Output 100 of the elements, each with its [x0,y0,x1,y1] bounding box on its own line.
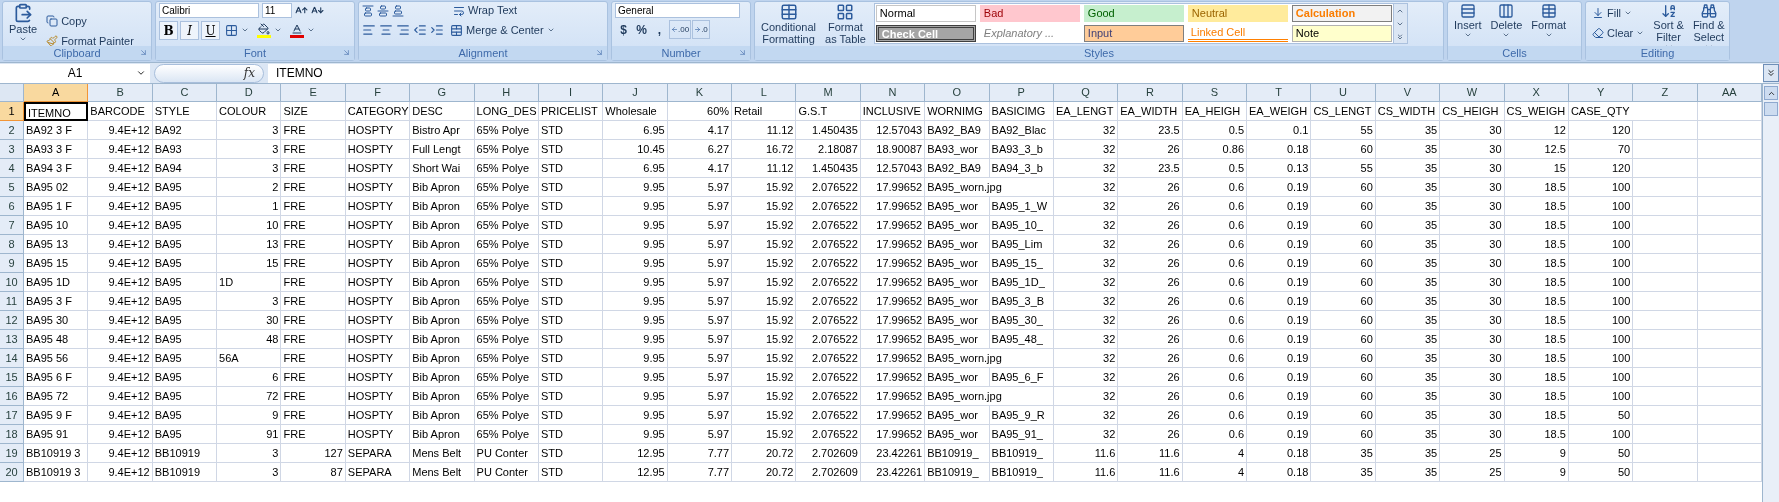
decrease-decimal-button[interactable]: .0 [692,20,710,39]
font-size-field[interactable]: 11 [262,3,292,18]
format-as-table-button[interactable]: Format as Table [822,3,869,45]
table-cell: 6.27 [667,140,733,159]
formula-field[interactable]: ITEMNO [268,63,1763,83]
gallery-scroll[interactable] [1392,4,1407,43]
column-header[interactable]: AA [1697,84,1762,102]
row-header[interactable]: 20 [0,463,24,482]
column-header[interactable]: W [1440,84,1505,102]
table-cell: 17.99652 [860,425,926,444]
row-header[interactable]: 12 [0,311,24,330]
copy-button[interactable]: Copy [43,11,137,31]
scroll-up-button[interactable] [1764,86,1778,100]
cell-style[interactable]: Note [1291,25,1392,42]
row-header[interactable]: 1 [0,102,24,121]
row-header[interactable]: 17 [0,406,24,425]
cell-style[interactable]: Bad [979,5,1080,22]
row-header[interactable]: 10 [0,273,24,292]
column-header[interactable]: X [1504,84,1569,102]
row-header[interactable]: 3 [0,140,24,159]
find-select-button[interactable]: Find & Select [1689,3,1728,46]
column-header[interactable]: A [24,84,89,102]
table-cell: 11.6 [1118,463,1183,482]
fill-button[interactable]: Fill [1589,3,1648,23]
column-header[interactable]: P [989,84,1054,102]
paste-button[interactable]: Paste [6,3,41,43]
dialog-launcher-icon[interactable] [139,48,148,57]
currency-button[interactable]: $ [615,20,632,39]
column-header[interactable]: C [152,84,218,102]
dialog-launcher-icon[interactable] [738,48,747,57]
column-header[interactable]: T [1247,84,1312,102]
merge-center-button[interactable]: Merge & Center [447,20,558,40]
column-header[interactable]: M [796,84,861,102]
row-header[interactable]: 7 [0,216,24,235]
percent-button[interactable]: % [633,20,650,39]
column-header[interactable]: B [88,84,153,102]
row-header[interactable]: 13 [0,330,24,349]
function-button[interactable]: fx [154,63,264,83]
row-header[interactable]: 9 [0,254,24,273]
row-header[interactable]: 14 [0,349,24,368]
number-format-field[interactable]: General [615,3,740,18]
column-header[interactable]: R [1118,84,1183,102]
column-header[interactable]: L [732,84,797,102]
bold-button[interactable]: B [159,20,178,40]
cell-style[interactable]: Input [1083,25,1184,42]
increase-decimal-button[interactable]: .00 [669,20,692,39]
column-header[interactable]: Y [1568,84,1634,102]
cell-style[interactable]: Neutral [1187,5,1288,22]
name-box[interactable]: A1 [0,63,150,83]
table-cell: BA93 [152,140,218,159]
column-header[interactable]: D [217,84,282,102]
grid-icon [225,23,238,37]
comma-button[interactable]: , [651,20,668,39]
column-header[interactable]: S [1182,84,1248,102]
table-cell: EA_WIDTH [1118,102,1183,121]
column-header[interactable]: Z [1633,84,1698,102]
column-header[interactable]: N [860,84,926,102]
row-header[interactable]: 16 [0,387,24,406]
table-cell: 9 [1504,444,1569,463]
column-header[interactable]: J [603,84,668,102]
row-header[interactable]: 15 [0,368,24,387]
delete-button[interactable]: Delete [1487,3,1526,39]
column-header[interactable]: V [1375,84,1441,102]
column-header[interactable]: E [281,84,346,102]
conditional-formatting-button[interactable]: Conditional Formatting [758,3,820,45]
dialog-launcher-icon[interactable] [342,48,351,57]
column-header[interactable]: F [345,84,411,102]
column-header[interactable]: I [538,84,604,102]
column-header[interactable]: Q [1053,84,1119,102]
sort-filter-button[interactable]: Sort & Filter [1650,3,1687,46]
column-header[interactable]: H [474,84,539,102]
dialog-launcher-icon[interactable] [595,48,604,57]
row-header[interactable]: 5 [0,178,24,197]
column-header[interactable]: G [410,84,475,102]
row-header[interactable]: 8 [0,235,24,254]
vertical-scrollbar[interactable] [1762,84,1779,502]
clear-button[interactable]: Clear [1589,23,1648,43]
column-header[interactable]: U [1311,84,1376,102]
insert-button[interactable]: Insert [1451,3,1485,39]
row-header[interactable]: 2 [0,121,24,140]
format-button[interactable]: Format [1528,3,1570,39]
font-name-field[interactable]: Calibri [159,3,259,18]
select-all-corner[interactable] [0,84,24,102]
italic-button[interactable]: I [180,20,199,40]
format-painter-button[interactable]: Format Painter [43,31,137,46]
table-cell: 0.6 [1182,387,1248,406]
column-header[interactable]: O [925,84,990,102]
cell-style[interactable]: Good [1083,5,1184,22]
table-cell: 2.076522 [796,216,861,235]
wrap-text-button[interactable]: Wrap Text [450,2,521,21]
row-header[interactable]: 4 [0,159,24,178]
expand-icon[interactable] [1763,64,1779,82]
underline-button[interactable]: U [201,20,220,40]
cell-style[interactable]: Normal [875,5,976,22]
row-header[interactable]: 11 [0,292,24,311]
row-header[interactable]: 18 [0,425,24,444]
column-header[interactable]: K [667,84,733,102]
row-header[interactable]: 6 [0,197,24,216]
row-header[interactable]: 19 [0,444,24,463]
scroll-thumb[interactable] [1764,102,1778,116]
